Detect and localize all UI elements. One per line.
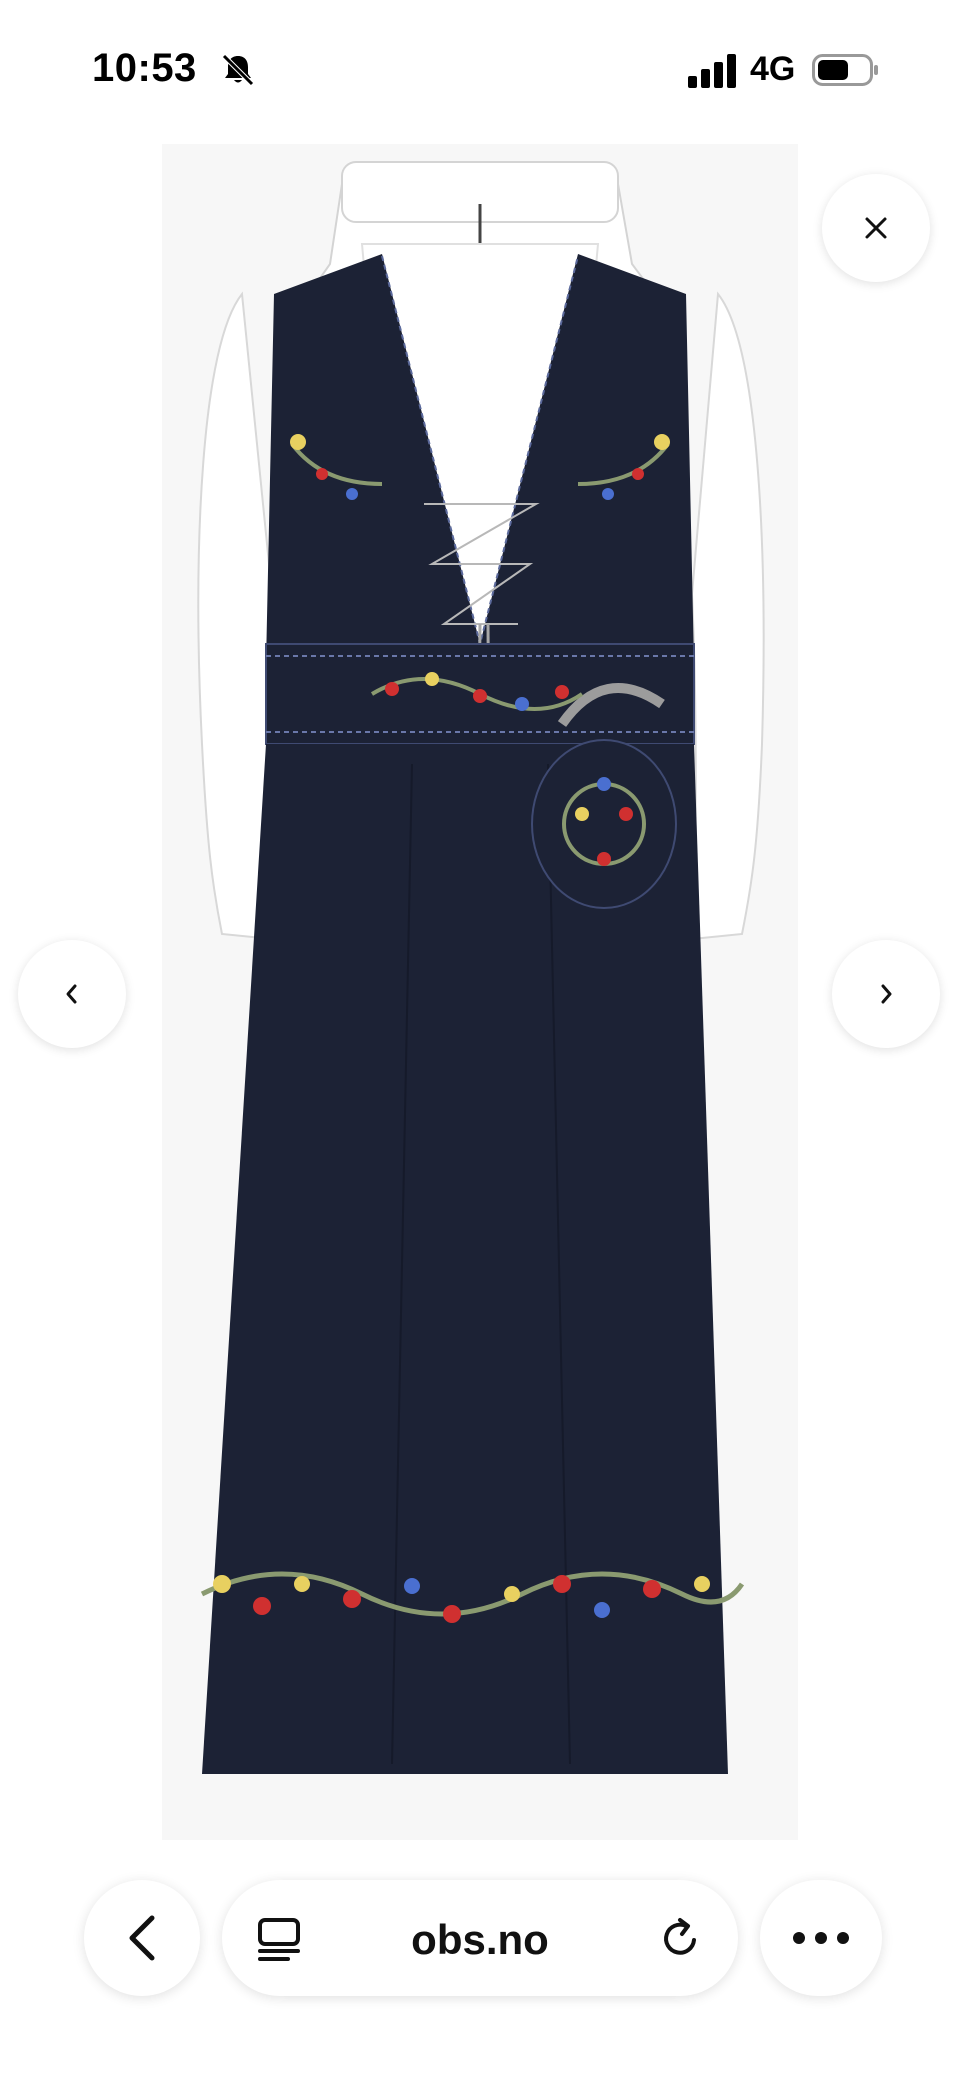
next-image-button[interactable] <box>832 940 940 1048</box>
battery-icon <box>812 54 878 86</box>
status-time: 10:53 <box>92 46 197 90</box>
back-arrow-icon <box>129 1915 155 1961</box>
previous-image-button[interactable] <box>18 940 126 1048</box>
status-bar: 10:53 4G <box>0 0 960 140</box>
chevron-right-icon <box>881 984 892 1004</box>
bell-slash-icon <box>222 54 254 86</box>
bunad-illustration <box>162 144 798 1840</box>
more-icon <box>793 1932 849 1944</box>
browser-toolbar: obs.no <box>0 1870 960 2010</box>
more-options-button[interactable] <box>760 1880 882 1996</box>
signal-bars-icon <box>688 54 736 88</box>
chevron-left-icon <box>66 984 77 1004</box>
address-bar[interactable]: obs.no <box>222 1880 738 1996</box>
close-button[interactable] <box>822 174 930 282</box>
network-type: 4G <box>750 50 796 88</box>
reload-icon[interactable] <box>656 1914 704 1962</box>
product-image <box>162 144 798 1840</box>
back-button[interactable] <box>84 1880 200 1996</box>
close-icon <box>865 217 887 239</box>
